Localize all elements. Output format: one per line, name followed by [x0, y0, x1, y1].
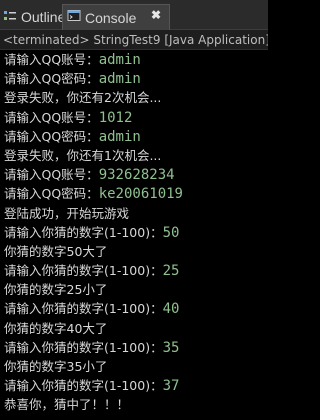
console-prompt: 登录失败，你还有1次机会... — [4, 147, 162, 163]
console-prompt: 请输入QQ密码： — [4, 128, 99, 144]
console-user-input: 25 — [162, 263, 180, 280]
console-prompt: 请输入QQ账号： — [4, 167, 99, 183]
console-line: 请输入你猜的数字(1-100)：50 — [4, 223, 268, 242]
console-prompt: 登陆成功，开始玩游戏 — [4, 205, 130, 221]
console-user-input: 50 — [162, 224, 180, 241]
console-prompt: 请输入QQ账号： — [4, 52, 99, 67]
console-prompt: 你猜的数字35小了 — [4, 359, 108, 374]
console-prompt: 请输入你猜的数字(1-100)： — [4, 301, 163, 317]
console-prompt: 请输入你猜的数字(1-100)： — [4, 263, 163, 279]
console-user-input: 40 — [162, 301, 180, 318]
console-status-line: <terminated> StringTest9 [Java Applicati… — [0, 30, 268, 50]
console-line: 请输入你猜的数字(1-100)：37 — [4, 376, 268, 395]
tab-outline[interactable]: Outline — [0, 4, 66, 30]
console-prompt: 请输入你猜的数字(1-100)： — [4, 378, 163, 394]
tab-outline-label: Outline — [21, 9, 66, 25]
tab-bar: Outline Console ✖ — [0, 0, 268, 30]
console-prompt: 恭喜你，猜中了！！！ — [4, 397, 130, 413]
console-line: 请输入QQ密码：admin — [4, 127, 268, 146]
console-view: Outline Console ✖ <terminated> StringTes… — [0, 0, 268, 420]
console-user-input: 37 — [162, 378, 180, 395]
console-line: 请输入QQ密码：admin — [4, 69, 268, 88]
console-prompt: 你猜的数字50大了 — [4, 243, 108, 259]
console-user-input: 1012 — [98, 109, 133, 126]
console-line: 请输入QQ账号：932628234 — [4, 165, 268, 184]
console-prompt: 请输入QQ账号： — [4, 109, 99, 125]
console-prompt: 登录失败，你还有2次机会... — [4, 90, 162, 106]
console-prompt: 请输入QQ密码： — [4, 71, 99, 87]
console-user-input: 35 — [162, 339, 180, 356]
console-prompt: 你猜的数字40大了 — [4, 320, 108, 336]
console-output[interactable]: 请输入QQ账号：admin 请输入QQ密码：admin 登录失败，你还有2次机会..… — [0, 50, 268, 420]
console-line: 你猜的数字35小了 — [4, 357, 268, 376]
console-line: 请输入你猜的数字(1-100)：35 — [4, 338, 268, 357]
tab-console-label: Console — [85, 9, 137, 26]
console-prompt: 请输入QQ密码： — [4, 186, 99, 202]
console-line: 你猜的数字25小了 — [4, 280, 268, 299]
close-icon[interactable]: ✖ — [151, 8, 161, 22]
console-user-input: admin — [98, 52, 141, 68]
console-user-input: ke20061019 — [98, 186, 183, 203]
console-line: 请输入你猜的数字(1-100)：40 — [4, 299, 268, 318]
console-line: 你猜的数字40大了 — [4, 319, 268, 338]
tab-console[interactable]: Console ✖ — [62, 4, 170, 30]
console-prompt: 你猜的数字25小了 — [4, 282, 108, 298]
console-prompt: 请输入你猜的数字(1-100)： — [4, 224, 163, 240]
outline-icon — [3, 9, 17, 26]
console-user-input: admin — [98, 71, 141, 88]
console-line: 登录失败，你还有2次机会... — [4, 88, 268, 107]
console-line: 你猜的数字50大了 — [4, 242, 268, 261]
console-line: 请输入你猜的数字(1-100)：25 — [4, 261, 268, 280]
console-icon — [67, 9, 81, 26]
console-line: 恭喜你，猜中了！！！ — [4, 395, 268, 414]
console-line: 请输入QQ账号：1012 — [4, 108, 268, 127]
console-line: 登录失败，你还有1次机会... — [4, 146, 268, 165]
console-prompt: 请输入你猜的数字(1-100)： — [4, 339, 163, 355]
console-user-input: 932628234 — [98, 167, 175, 184]
console-user-input: admin — [98, 128, 141, 145]
console-line: 登陆成功，开始玩游戏 — [4, 204, 268, 223]
console-line: 请输入QQ账号：admin — [4, 50, 268, 69]
console-line: 请输入QQ密码：ke20061019 — [4, 184, 268, 203]
